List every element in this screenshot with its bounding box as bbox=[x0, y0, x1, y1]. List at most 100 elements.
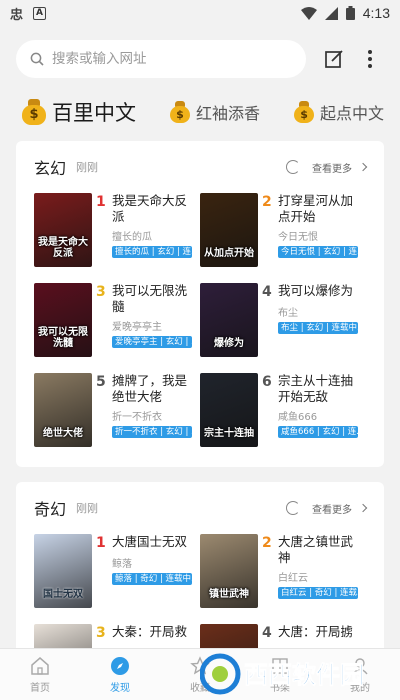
edit-button[interactable] bbox=[322, 47, 346, 71]
book-item[interactable]: 我是天命大反派 1 我是天命大反派 擅长的瓜 擅长的瓜 | 玄幻 | 连... bbox=[34, 193, 200, 267]
book-grid: 我是天命大反派 1 我是天命大反派 擅长的瓜 擅长的瓜 | 玄幻 | 连... 从… bbox=[16, 193, 384, 447]
card-title: 玄幻 bbox=[34, 159, 67, 178]
tab-label: 红袖添香 bbox=[196, 104, 261, 123]
book-tags: 布尘 | 玄幻 | 连载中... bbox=[278, 322, 358, 334]
book-cover[interactable]: 国士无双 bbox=[34, 534, 92, 608]
nav-discover[interactable]: 发现 bbox=[80, 649, 160, 700]
book-author: 布尘 bbox=[278, 308, 298, 319]
book-cover[interactable]: 爆修为 bbox=[200, 283, 258, 357]
card-update-time: 刚刚 bbox=[76, 161, 99, 174]
cover-text: 国士无双 bbox=[43, 589, 83, 600]
book-tags: 今日无恨 | 玄幻 | 连... bbox=[278, 246, 358, 258]
book-rank: 2 bbox=[262, 194, 272, 210]
view-more-label: 查看更多 bbox=[312, 504, 352, 516]
book-cover[interactable]: 镇世武神 bbox=[200, 534, 258, 608]
book-title: 打穿星河从加点开始 bbox=[278, 193, 354, 224]
book-rank: 3 bbox=[96, 625, 106, 641]
more-dot-icon bbox=[368, 64, 372, 68]
nav-label: 收藏 bbox=[190, 682, 210, 694]
tab-qidianzhongwen[interactable]: $ 起点中文 bbox=[294, 100, 384, 124]
book-author: 爱晚亭亭主 bbox=[112, 322, 162, 333]
book-title: 宗主从十连抽开始无敌 bbox=[278, 373, 354, 404]
book-cover[interactable]: 绝世大佬 bbox=[34, 373, 92, 447]
book-item[interactable]: 宗主十连抽 6 宗主从十连抽开始无敌 咸鱼666 咸鱼666 | 玄幻 | 连..… bbox=[200, 373, 366, 447]
book-rank: 6 bbox=[262, 374, 272, 390]
book-rank: 5 bbox=[96, 374, 106, 390]
category-card-xuanhuan: 玄幻 刚刚 查看更多 我是天命大反派 1 我是天命大反派 擅长的瓜 擅长的瓜 | … bbox=[16, 141, 384, 467]
book-item[interactable]: 从加点开始 2 打穿星河从加点开始 今日无恨 今日无恨 | 玄幻 | 连... bbox=[200, 193, 366, 267]
search-box[interactable] bbox=[16, 40, 306, 78]
refresh-icon[interactable] bbox=[286, 501, 300, 515]
nav-label: 发现 bbox=[110, 682, 130, 694]
book-rank: 1 bbox=[96, 194, 106, 210]
tab-hongxiutianxiang[interactable]: $ 红袖添香 bbox=[170, 100, 260, 124]
book-item[interactable]: 国士无双 1 大唐国士无双 鲸落 鲸落 | 奇幻 | 连载中... bbox=[34, 534, 200, 608]
search-input[interactable] bbox=[52, 51, 272, 67]
signal-icon bbox=[324, 6, 338, 20]
app-notification-icon: 忠 bbox=[10, 7, 24, 23]
book-rank: 4 bbox=[262, 284, 272, 300]
money-bag-icon: $ bbox=[22, 99, 46, 125]
accessibility-icon: A bbox=[33, 6, 47, 20]
book-cover[interactable]: 宗主十连抽 bbox=[200, 373, 258, 447]
book-rank: 2 bbox=[262, 535, 272, 551]
nav-profile[interactable]: 我的 bbox=[320, 649, 400, 700]
view-more-label: 查看更多 bbox=[312, 163, 352, 175]
book-rank: 1 bbox=[96, 535, 106, 551]
nav-bookshelf[interactable]: 书架 bbox=[240, 649, 320, 700]
book-title: 大唐国士无双 bbox=[112, 534, 188, 549]
card-header: 玄幻 刚刚 查看更多 bbox=[16, 141, 384, 193]
card-title: 奇幻 bbox=[34, 500, 67, 519]
view-more-button[interactable]: 查看更多 bbox=[286, 501, 368, 516]
book-item[interactable]: 镇世武神 2 大唐之镇世武神 白红云 白红云 | 奇幻 | 连载... bbox=[200, 534, 366, 608]
tab-label: 起点中文 bbox=[320, 104, 385, 123]
book-item[interactable]: 爆修为 4 我可以爆修为 布尘 布尘 | 玄幻 | 连载中... bbox=[200, 283, 366, 357]
source-tabs: $ 百里中文 $ 红袖添香 $ 起点中文 bbox=[0, 92, 400, 132]
chevron-right-icon bbox=[358, 503, 368, 513]
book-cover[interactable]: 从加点开始 bbox=[200, 193, 258, 267]
book-item[interactable]: 我可以无限洗髓 3 我可以无限洗髓 爱晚亭亭主 爱晚亭亭主 | 玄幻 | ... bbox=[34, 283, 200, 357]
cover-text: 从加点开始 bbox=[204, 248, 254, 259]
home-icon bbox=[31, 656, 49, 675]
more-dot-icon bbox=[368, 50, 372, 54]
book-tags: 咸鱼666 | 玄幻 | 连... bbox=[278, 426, 358, 438]
book-tags: 白红云 | 奇幻 | 连载... bbox=[278, 587, 358, 599]
nav-label: 我的 bbox=[350, 682, 370, 694]
money-bag-icon: $ bbox=[294, 101, 315, 123]
book-tags: 鲸落 | 奇幻 | 连载中... bbox=[112, 573, 192, 585]
book-tags: 折一不折衣 | 玄幻 | ... bbox=[112, 426, 192, 438]
nav-favorites[interactable]: 收藏 bbox=[160, 649, 240, 700]
compass-icon bbox=[111, 656, 129, 675]
battery-icon bbox=[345, 6, 355, 20]
search-row bbox=[16, 40, 386, 78]
wifi-icon bbox=[300, 6, 317, 20]
book-title: 我可以爆修为 bbox=[278, 283, 354, 298]
cover-text: 我是天命大反派 bbox=[38, 237, 88, 259]
cover-text: 我可以无限洗髓 bbox=[38, 327, 88, 349]
nav-home[interactable]: 首页 bbox=[0, 649, 80, 700]
book-title: 大唐之镇世武神 bbox=[278, 534, 354, 565]
tab-bailizhongwen[interactable]: $ 百里中文 bbox=[22, 97, 136, 127]
refresh-icon[interactable] bbox=[286, 160, 300, 174]
book-cover[interactable]: 我可以无限洗髓 bbox=[34, 283, 92, 357]
cover-text: 镇世武神 bbox=[209, 589, 249, 600]
book-tags: 擅长的瓜 | 玄幻 | 连... bbox=[112, 246, 192, 258]
book-cover[interactable]: 我是天命大反派 bbox=[34, 193, 92, 267]
more-menu-button[interactable] bbox=[362, 47, 378, 71]
book-author: 白红云 bbox=[278, 573, 308, 584]
book-item[interactable]: 绝世大佬 5 摊牌了，我是绝世大佬 折一不折衣 折一不折衣 | 玄幻 | ... bbox=[34, 373, 200, 447]
chevron-right-icon bbox=[358, 162, 368, 172]
book-rank: 3 bbox=[96, 284, 106, 300]
view-more-button[interactable]: 查看更多 bbox=[286, 160, 368, 175]
book-title: 大秦：开局救 bbox=[112, 624, 188, 639]
card-update-time: 刚刚 bbox=[76, 502, 99, 515]
more-dot-icon bbox=[368, 57, 372, 61]
nav-label: 书架 bbox=[270, 682, 290, 694]
cover-text: 宗主十连抽 bbox=[204, 428, 254, 439]
book-author: 今日无恨 bbox=[278, 232, 318, 243]
book-author: 咸鱼666 bbox=[278, 412, 318, 423]
edit-icon bbox=[325, 50, 343, 68]
book-rank: 4 bbox=[262, 625, 272, 641]
cover-text: 绝世大佬 bbox=[43, 428, 83, 439]
money-bag-icon: $ bbox=[170, 101, 190, 123]
